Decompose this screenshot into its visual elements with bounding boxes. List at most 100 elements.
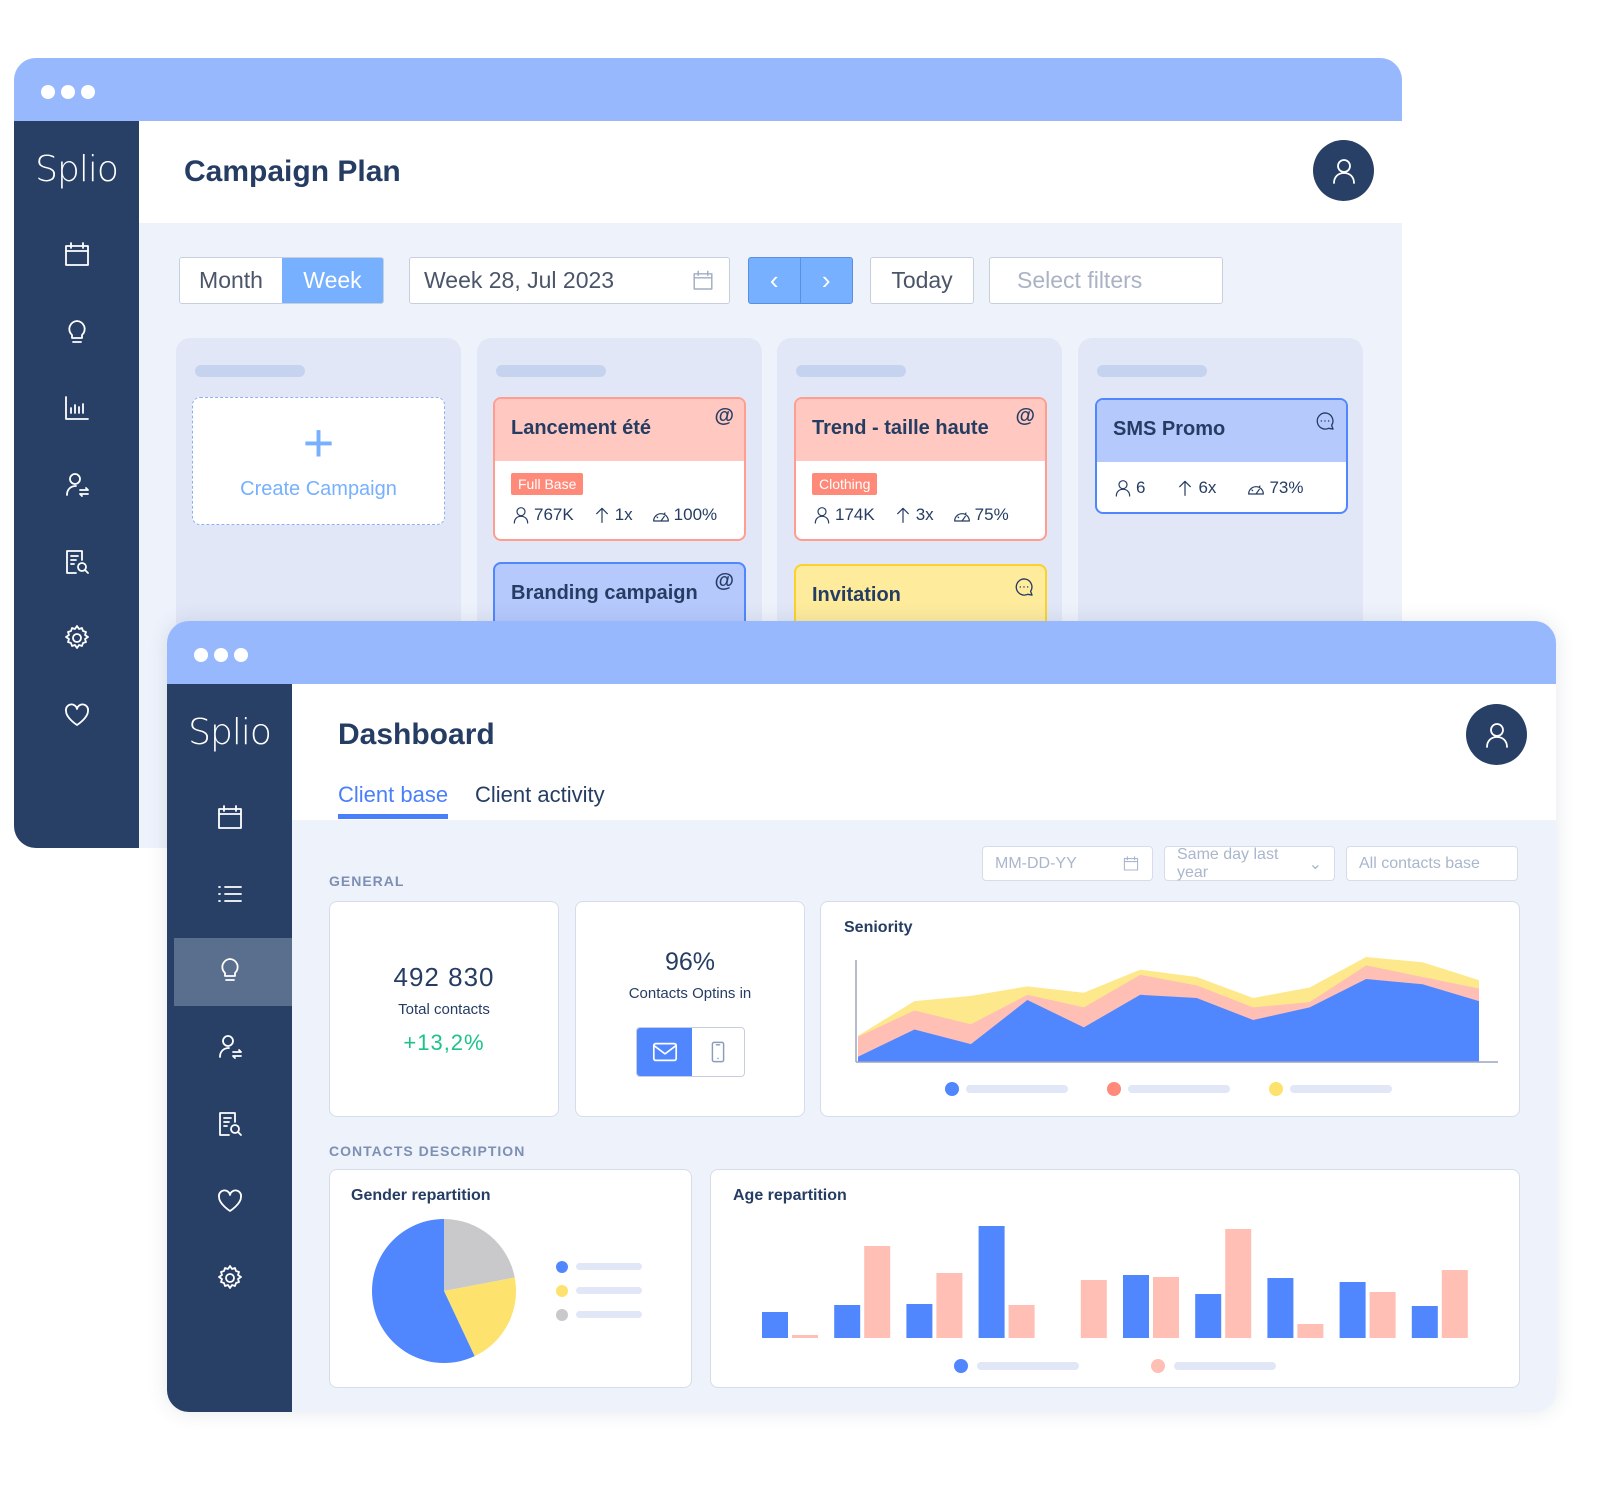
avatar[interactable] <box>1466 704 1527 765</box>
header: Dashboard Client base Client activity <box>292 684 1556 820</box>
optins-card: 96% Contacts Optins in <box>575 901 805 1117</box>
optins-label: Contacts Optins in <box>628 985 752 1002</box>
segment-tag: Clothing <box>812 473 878 495</box>
today-button[interactable]: Today <box>870 257 974 304</box>
column-header-placeholder <box>796 365 906 377</box>
report-search-icon[interactable] <box>215 1109 245 1139</box>
compare-select[interactable]: Same day last year ⌄ <box>1164 846 1335 881</box>
age-bar <box>834 1305 861 1338</box>
email-icon: @ <box>1015 405 1035 427</box>
legend-label-placeholder <box>977 1362 1079 1370</box>
window-title-bar <box>14 58 1402 121</box>
week-button[interactable]: Week <box>282 258 383 303</box>
window-dot[interactable] <box>194 648 208 662</box>
tab-client-base[interactable]: Client base <box>338 782 449 819</box>
total-contacts-label: Total contacts <box>398 1001 490 1018</box>
base-select[interactable]: All contacts base <box>1346 846 1518 881</box>
create-campaign-button[interactable]: + Create Campaign <box>192 397 445 525</box>
email-channel-button[interactable] <box>637 1028 692 1076</box>
heart-icon[interactable] <box>62 700 92 730</box>
bar-chart-icon[interactable] <box>62 393 92 423</box>
age-bar <box>936 1273 963 1338</box>
multiplier-value: 1x <box>614 505 633 524</box>
avatar[interactable] <box>1313 140 1374 201</box>
contacts-change: +13,2% <box>403 1030 485 1055</box>
age-bar <box>1369 1292 1396 1338</box>
window-dot[interactable] <box>81 85 95 99</box>
age-bar <box>1080 1280 1107 1338</box>
calendar-icon <box>1122 855 1140 873</box>
next-week-button[interactable]: › <box>801 258 853 303</box>
campaign-card[interactable]: SMS Promo 6 6x 73% <box>1095 398 1348 514</box>
age-bar <box>1153 1277 1179 1338</box>
legend-dot <box>1151 1359 1165 1373</box>
audience-value: 174K <box>835 505 875 524</box>
campaign-title: Invitation <box>812 584 901 606</box>
age-bar <box>864 1246 891 1338</box>
report-search-icon[interactable] <box>62 547 92 577</box>
filters-select[interactable]: Select filters <box>989 257 1223 304</box>
legend-label-placeholder <box>1128 1085 1230 1093</box>
gender-card: Gender repartition <box>329 1169 692 1388</box>
calendar-icon[interactable] <box>62 240 92 270</box>
user-sync-icon[interactable] <box>215 1032 245 1062</box>
legend-dot <box>954 1359 968 1373</box>
header: Campaign Plan <box>139 121 1402 223</box>
gender-chart <box>372 1219 642 1363</box>
legend-label-placeholder <box>576 1287 642 1294</box>
previous-week-button[interactable]: ‹ <box>749 258 801 303</box>
age-bar <box>906 1304 933 1338</box>
column-header-placeholder <box>195 365 305 377</box>
sms-channel-button[interactable] <box>692 1028 744 1076</box>
age-bar <box>1441 1270 1468 1338</box>
legend-label-placeholder <box>1174 1362 1276 1370</box>
week-value: Week 28, Jul 2023 <box>424 267 615 293</box>
window-dot[interactable] <box>41 85 55 99</box>
heart-icon[interactable] <box>215 1186 245 1216</box>
user-sync-icon[interactable] <box>62 470 92 500</box>
chevron-down-icon: ⌄ <box>1308 855 1322 873</box>
month-button[interactable]: Month <box>180 258 282 303</box>
age-bar <box>1123 1275 1149 1338</box>
list-icon[interactable] <box>215 879 245 909</box>
legend-dot <box>1269 1082 1283 1096</box>
legend-dot <box>556 1261 568 1273</box>
page-title: Campaign Plan <box>184 155 401 188</box>
lightbulb-icon[interactable] <box>215 955 245 985</box>
legend-label-placeholder <box>1290 1085 1392 1093</box>
arrow-up-icon <box>1175 478 1195 498</box>
age-bar <box>1225 1229 1252 1338</box>
window-dot[interactable] <box>234 648 248 662</box>
legend-dot <box>945 1082 959 1096</box>
week-picker[interactable]: Week 28, Jul 2023 <box>409 257 730 304</box>
multiplier-value: 3x <box>915 505 934 524</box>
day-column: Trend - taille haute @ Clothing 174K 3x 75%… <box>777 338 1062 644</box>
multiplier-value: 6x <box>1198 478 1217 497</box>
age-bar <box>762 1312 788 1338</box>
legend-dot <box>556 1285 568 1297</box>
week-nav: ‹ › <box>748 257 853 304</box>
gauge-icon <box>952 505 972 525</box>
channel-toggle <box>636 1027 745 1077</box>
gear-icon[interactable] <box>215 1263 245 1293</box>
campaign-card[interactable]: Trend - taille haute @ Clothing 174K 3x 75% <box>794 397 1047 541</box>
calendar-icon[interactable] <box>691 269 715 293</box>
age-bar <box>1339 1282 1366 1338</box>
view-toggle: Month Week <box>179 257 384 304</box>
tab-client-activity[interactable]: Client activity <box>475 782 605 808</box>
gear-icon[interactable] <box>62 623 92 653</box>
sidebar: Splio <box>14 121 139 848</box>
audience-value: 6 <box>1136 478 1146 497</box>
calendar-icon[interactable] <box>215 803 245 833</box>
date-input[interactable]: MM-DD-YY <box>982 846 1153 881</box>
window-dot[interactable] <box>61 85 75 99</box>
campaign-card[interactable]: Lancement été @ Full Base 767K 1x 100% <box>493 397 746 541</box>
arrow-up-icon <box>893 505 913 525</box>
age-bar <box>792 1335 818 1338</box>
sms-icon <box>1314 410 1336 432</box>
lightbulb-icon[interactable] <box>62 317 92 347</box>
age-bar <box>978 1226 1005 1338</box>
total-contacts-value: 492 830 <box>393 962 495 992</box>
window-dot[interactable] <box>214 648 228 662</box>
age-card: Age repartition <box>710 1169 1520 1388</box>
